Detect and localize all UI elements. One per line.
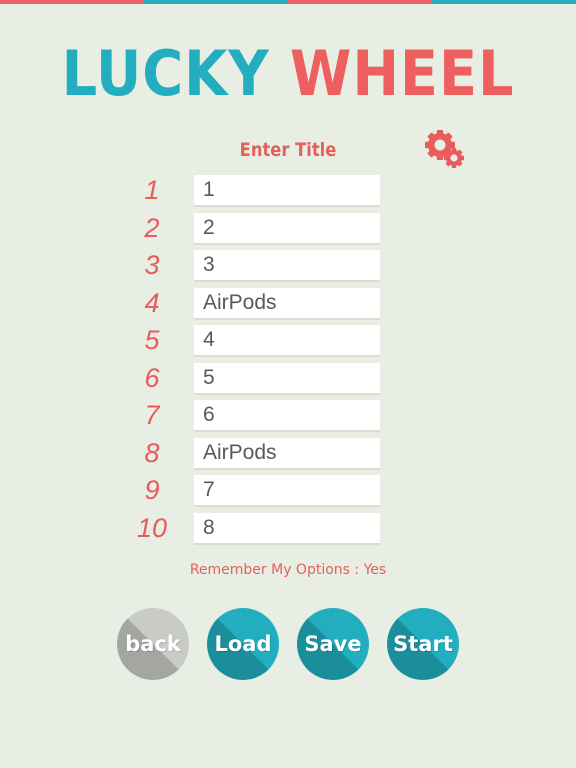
app-title: LUCKY WHEEL <box>29 36 547 112</box>
option-number: 6 <box>144 362 160 393</box>
option-row-3: 3 3 <box>0 248 576 282</box>
option-input-10[interactable]: 8 <box>194 512 380 545</box>
option-row-7: 7 6 <box>0 398 576 432</box>
option-row-8: 8 AirPods <box>0 436 576 470</box>
option-row-2: 2 2 <box>0 211 576 245</box>
option-input-6[interactable]: 5 <box>194 362 380 395</box>
remember-options-label: Remember My Options : Yes <box>189 562 387 578</box>
option-input-8[interactable]: AirPods <box>194 437 380 470</box>
option-input-7[interactable]: 6 <box>194 400 380 432</box>
back-button[interactable]: back <box>117 608 189 680</box>
option-row-6: 6 5 <box>0 361 576 395</box>
option-row-1: 1 1 <box>0 173 576 207</box>
load-button[interactable]: Load <box>207 608 279 680</box>
option-input-4[interactable]: AirPods <box>194 287 380 320</box>
option-row-9: 9 7 <box>0 473 576 507</box>
enter-title-field[interactable]: Enter Title <box>212 137 363 163</box>
option-number: 3 <box>144 250 160 280</box>
option-number: 2 <box>144 212 160 243</box>
option-number: 5 <box>144 325 160 355</box>
start-button[interactable]: Start <box>387 608 459 680</box>
top-bar-segment <box>0 0 144 4</box>
option-row-5: 5 4 <box>0 323 576 357</box>
top-color-bar <box>0 0 576 4</box>
save-button-label: Save <box>304 632 362 656</box>
option-input-1[interactable]: 1 <box>194 175 380 207</box>
title-word-wheel: WHEEL <box>289 37 515 110</box>
option-row-4: 4 AirPods <box>0 286 576 320</box>
option-number: 9 <box>144 475 160 505</box>
save-button[interactable]: Save <box>297 608 369 680</box>
option-input-3[interactable]: 3 <box>194 250 380 282</box>
option-number: 7 <box>144 400 160 430</box>
load-button-label: Load <box>214 632 272 656</box>
option-input-9[interactable]: 7 <box>194 475 380 507</box>
remember-options-toggle[interactable]: Remember My Options : Yes <box>0 559 576 581</box>
top-bar-segment <box>288 0 432 4</box>
option-number: 4 <box>144 287 160 318</box>
option-number: 8 <box>144 437 160 468</box>
option-input-5[interactable]: 4 <box>194 325 380 357</box>
option-row-10: 10 8 <box>0 511 576 545</box>
top-bar-segment <box>144 0 288 4</box>
gear-icon[interactable] <box>422 128 466 172</box>
title-word-lucky: LUCKY <box>61 37 270 110</box>
option-number: 10 <box>136 512 168 543</box>
back-button-label: back <box>125 632 181 656</box>
option-input-2[interactable]: 2 <box>194 212 380 245</box>
top-bar-segment <box>432 0 576 4</box>
start-button-label: Start <box>393 632 453 656</box>
option-number: 1 <box>144 175 160 205</box>
